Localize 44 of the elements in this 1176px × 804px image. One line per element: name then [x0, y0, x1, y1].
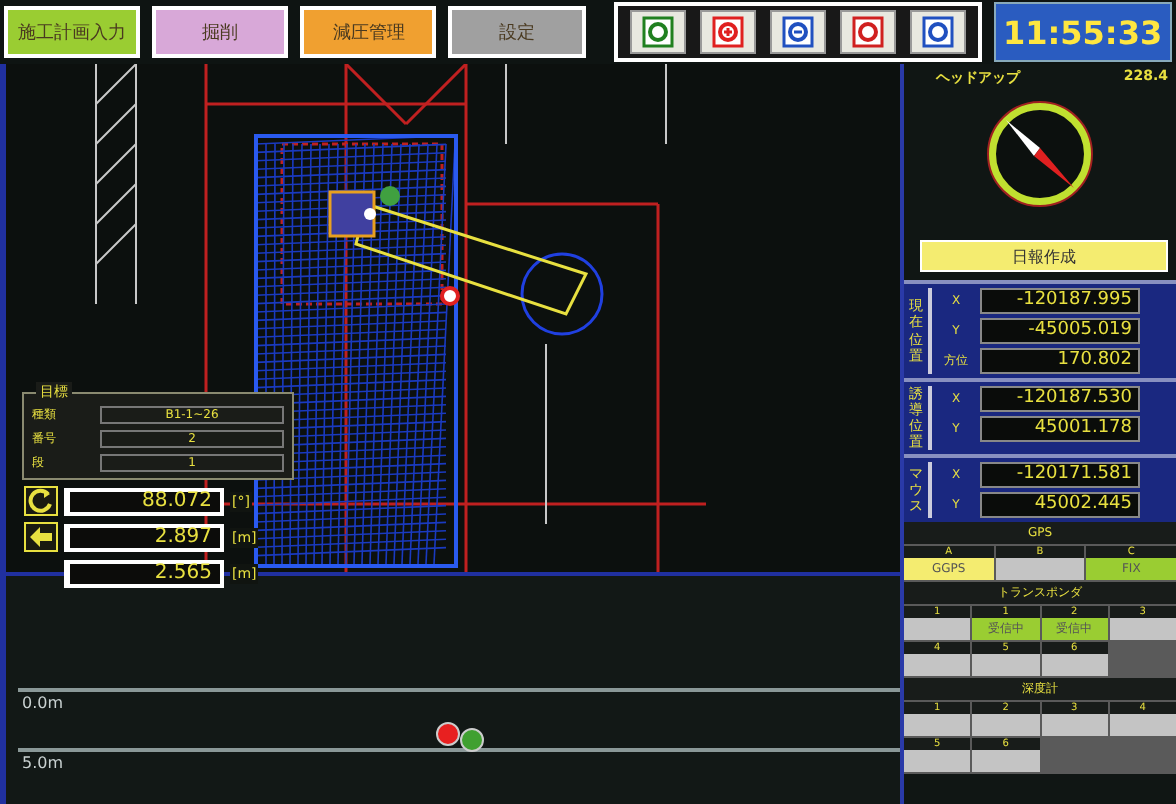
compass-icon: [986, 100, 1094, 208]
coordinate-value: -45005.019: [980, 318, 1140, 344]
status-cell: [995, 558, 1085, 581]
marker-dot: [460, 728, 484, 752]
zoom-in-icon: [711, 16, 744, 48]
coordinate-value: 45002.445: [980, 492, 1140, 519]
depth-label: 0.0m: [22, 694, 64, 712]
coordinate-value: -120187.995: [980, 288, 1140, 314]
depth-label: 5.0m: [22, 754, 64, 772]
menu-button[interactable]: 減圧管理: [300, 6, 437, 58]
coordinate-value: -120187.530: [980, 386, 1140, 412]
status-cell: [904, 618, 971, 641]
status-cell: [972, 750, 1039, 773]
tool-button[interactable]: [629, 10, 686, 54]
status-cell: [1109, 714, 1176, 737]
status-cell: [972, 654, 1039, 677]
menu-button[interactable]: 施工計画入力: [4, 6, 141, 58]
arrow-left-icon[interactable]: [23, 522, 57, 552]
clock: 11:55:33: [993, 2, 1173, 62]
layers-icon: [641, 16, 674, 48]
coordinate-value: -120171.581: [980, 462, 1140, 489]
status-cell: [1041, 714, 1108, 737]
coordinate-value: 170.802: [980, 348, 1140, 374]
zoom-out-icon: [781, 16, 814, 48]
status-cell: [1041, 654, 1108, 677]
report-button[interactable]: 日報作成: [920, 240, 1168, 272]
tool-button[interactable]: [839, 10, 896, 54]
status-cell: [1109, 618, 1176, 641]
status-cell: [904, 714, 971, 737]
tool-button[interactable]: [769, 10, 826, 54]
status-cell: [904, 750, 971, 773]
rotate-icon[interactable]: [23, 486, 57, 516]
readout-value: 2.897: [64, 523, 224, 551]
tool-button[interactable]: [909, 10, 966, 54]
target-icon: [851, 16, 884, 48]
menu-button[interactable]: 掘削: [152, 6, 289, 58]
readout-value: 2.565: [64, 559, 224, 587]
status-cell: [972, 714, 1039, 737]
marker-dot: [436, 722, 460, 746]
status-cell: [904, 654, 971, 677]
readout-value: 88.072: [64, 487, 224, 515]
tool-button[interactable]: [699, 10, 756, 54]
menu-button[interactable]: 設定: [448, 6, 586, 58]
coordinate-value: 45001.178: [980, 416, 1140, 442]
